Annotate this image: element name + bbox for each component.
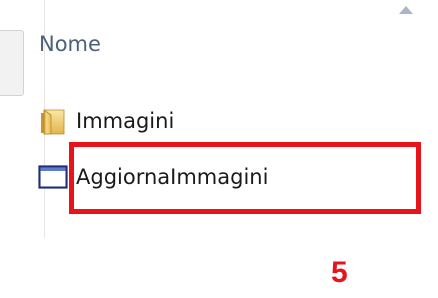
folder-icon [38, 107, 68, 135]
step-number-label: 5 [331, 256, 348, 289]
navigation-pane [0, 0, 26, 238]
file-name-immagini: Immagini [76, 109, 175, 133]
file-row-immagini[interactable]: Immagini [38, 102, 358, 140]
explorer-screenshot: Nome Immagini AggiornaImmagini 5 [0, 0, 438, 298]
highlight-box [69, 142, 421, 214]
navigation-pane-scrollbar-thumb[interactable] [0, 30, 24, 96]
sort-ascending-arrow-icon[interactable] [399, 6, 413, 14]
application-window-icon [38, 163, 68, 191]
column-header-name[interactable]: Nome [39, 24, 101, 64]
